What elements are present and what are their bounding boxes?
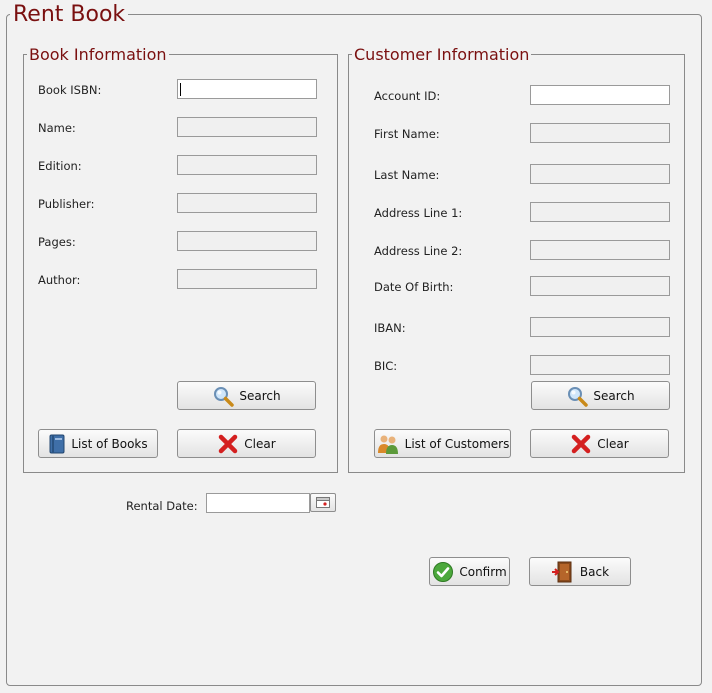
book-publisher-field[interactable] bbox=[177, 193, 317, 213]
book-author-label: Author: bbox=[38, 273, 81, 287]
address-line-2-label: Address Line 2: bbox=[374, 244, 463, 258]
book-name-field[interactable] bbox=[177, 117, 317, 137]
customer-search-button[interactable]: Search bbox=[531, 381, 670, 410]
book-search-button[interactable]: Search bbox=[177, 381, 316, 410]
book-pages-field[interactable] bbox=[177, 231, 317, 251]
bic-field[interactable] bbox=[530, 355, 670, 375]
book-edition-label: Edition: bbox=[38, 159, 82, 173]
page-title: Rent Book bbox=[10, 2, 129, 28]
first-name-label: First Name: bbox=[374, 127, 440, 141]
book-icon bbox=[48, 434, 66, 454]
book-clear-label: Clear bbox=[244, 436, 276, 451]
list-of-books-label: List of Books bbox=[71, 436, 148, 451]
address-line-1-field[interactable] bbox=[530, 202, 670, 222]
red-x-icon bbox=[570, 433, 592, 455]
account-id-label: Account ID: bbox=[374, 89, 441, 103]
book-information-title: Book Information bbox=[27, 45, 169, 65]
list-of-books-button[interactable]: List of Books bbox=[38, 429, 158, 458]
book-isbn-label: Book ISBN: bbox=[38, 83, 102, 97]
list-of-customers-label: List of Customers bbox=[404, 436, 510, 451]
rental-date-field[interactable] bbox=[206, 493, 310, 513]
back-label: Back bbox=[579, 564, 610, 579]
customer-clear-label: Clear bbox=[597, 436, 629, 451]
red-x-icon bbox=[217, 433, 239, 455]
calendar-icon bbox=[316, 497, 330, 508]
book-name-label: Name: bbox=[38, 121, 76, 135]
customer-search-label: Search bbox=[593, 388, 635, 403]
date-of-birth-field[interactable] bbox=[530, 276, 670, 296]
iban-label: IBAN: bbox=[374, 321, 406, 335]
last-name-field[interactable] bbox=[530, 164, 670, 184]
book-author-field[interactable] bbox=[177, 269, 317, 289]
green-check-icon bbox=[432, 561, 454, 583]
list-of-customers-button[interactable]: List of Customers bbox=[374, 429, 511, 458]
book-clear-button[interactable]: Clear bbox=[177, 429, 316, 458]
address-line-2-field[interactable] bbox=[530, 240, 670, 260]
address-line-1-label: Address Line 1: bbox=[374, 206, 463, 220]
iban-field[interactable] bbox=[530, 317, 670, 337]
door-exit-icon bbox=[551, 560, 575, 584]
book-search-label: Search bbox=[239, 388, 281, 403]
book-publisher-label: Publisher: bbox=[38, 197, 95, 211]
confirm-button[interactable]: Confirm bbox=[429, 557, 510, 586]
back-button[interactable]: Back bbox=[529, 557, 631, 586]
book-isbn-field[interactable] bbox=[177, 79, 317, 99]
rental-date-label: Rental Date: bbox=[126, 499, 198, 513]
date-of-birth-label: Date Of Birth: bbox=[374, 280, 454, 294]
book-pages-label: Pages: bbox=[38, 235, 76, 249]
magnifier-icon bbox=[566, 385, 589, 407]
confirm-label: Confirm bbox=[459, 564, 507, 579]
account-id-field[interactable] bbox=[530, 85, 670, 105]
book-edition-field[interactable] bbox=[177, 155, 317, 175]
customer-clear-button[interactable]: Clear bbox=[530, 429, 669, 458]
magnifier-icon bbox=[212, 385, 235, 407]
people-icon bbox=[376, 433, 400, 455]
last-name-label: Last Name: bbox=[374, 168, 440, 182]
calendar-button[interactable] bbox=[310, 493, 336, 512]
customer-information-group bbox=[348, 54, 685, 473]
first-name-field[interactable] bbox=[530, 123, 670, 143]
bic-label: BIC: bbox=[374, 359, 398, 373]
customer-information-title: Customer Information bbox=[352, 45, 532, 65]
